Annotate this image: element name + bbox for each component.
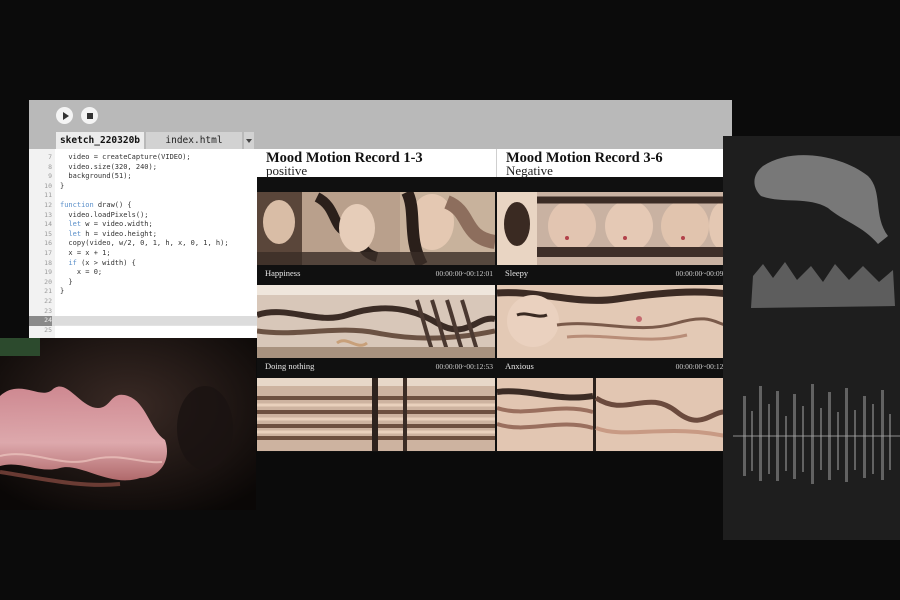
code-line[interactable]: 17 x = x + 1; (29, 249, 257, 259)
line-number: 20 (44, 277, 52, 286)
record-name: Anxious (505, 361, 534, 371)
code-line[interactable]: 8 video.size(320, 240); (29, 163, 257, 173)
code-text: } (60, 277, 73, 286)
code-line[interactable]: 11 (29, 191, 257, 201)
stop-button[interactable] (81, 107, 98, 124)
anxious-video-thumbnail[interactable] (497, 285, 735, 358)
code-line[interactable]: 9 background(51); (29, 172, 257, 182)
code-text: if (x > width) { (68, 258, 136, 267)
code-line[interactable]: 22 (29, 297, 257, 307)
code-line[interactable]: 15 let h = video.height; (29, 230, 257, 240)
line-number: 23 (44, 306, 52, 315)
code-line[interactable]: 14 let w = video.width; (29, 220, 257, 230)
code-text: x = x + 1; (60, 249, 111, 257)
line-number: 14 (44, 220, 52, 229)
video-frame (257, 192, 495, 265)
tab-index-html[interactable]: index.html (146, 132, 242, 149)
record-name: Doing nothing (265, 361, 315, 371)
anxious-caption: Anxious 00:00:00~00:12:63 (497, 358, 735, 375)
divider (496, 149, 497, 177)
code-text: } (60, 287, 65, 296)
line-number: 13 (44, 210, 52, 219)
doing-nothing-caption: Doing nothing 00:00:00~00:12:53 (257, 358, 495, 375)
tab-menu-button[interactable] (244, 132, 254, 149)
code-text: copy(video, w/2, 0, 1, h, x, 0, 1, h); (60, 239, 229, 248)
editor-toolbar (29, 100, 732, 130)
records-header: Mood Motion Record 1-3 positive Mood Mot… (257, 149, 737, 178)
code-line[interactable]: 7 video = createCapture(VIDEO); (29, 153, 257, 163)
record-name: Happiness (265, 268, 301, 278)
slitscan-mouth-image (0, 338, 256, 510)
code-text: video.loadPixels(); (60, 210, 149, 219)
line-number: 8 (48, 162, 52, 171)
line-number: 22 (44, 297, 52, 305)
video-frame (497, 378, 735, 451)
code-line[interactable]: 18 if (x > width) { (29, 259, 257, 269)
code-line[interactable]: 12 function draw() { (29, 201, 257, 211)
video-frame (497, 285, 735, 358)
code-editor[interactable]: 7 video = createCapture(VIDEO); 8 video.s… (29, 149, 257, 338)
video-thumbnail-row3-negative[interactable] (497, 378, 735, 451)
mood-motion-records: Mood Motion Record 1-3 positive Mood Mot… (257, 149, 737, 452)
line-number: 9 (48, 172, 52, 181)
play-button[interactable] (56, 107, 73, 124)
video-frame (257, 378, 495, 451)
video-thumbnail-row3-positive[interactable] (257, 378, 495, 451)
happiness-video-thumbnail[interactable] (257, 192, 495, 265)
waveform-texture-art (723, 136, 900, 540)
stop-icon (86, 112, 93, 119)
line-number: 21 (44, 287, 52, 296)
code-line[interactable]: 10} (29, 182, 257, 192)
play-icon (62, 111, 69, 120)
code-text: } (60, 181, 65, 190)
line-number: 18 (44, 258, 52, 267)
positive-record-subtitle: positive (266, 163, 308, 178)
tab-sketch[interactable]: sketch_220320b (56, 132, 144, 149)
code-line[interactable]: 23 (29, 307, 257, 317)
line-number: 11 (44, 191, 52, 200)
chevron-down-icon (246, 138, 252, 143)
line-number: 16 (44, 239, 52, 248)
code-text: video = createCapture(VIDEO); (60, 153, 191, 161)
line-number: 15 (44, 229, 52, 238)
code-text: x = 0; (60, 268, 103, 277)
code-line[interactable]: 19 x = 0; (29, 268, 257, 278)
code-text: video.size(320, 240); (60, 162, 157, 171)
line-number: 24 (29, 316, 52, 326)
happiness-caption: Happiness 00:00:00~00:12:01 (257, 265, 495, 282)
line-number: 25 (44, 325, 52, 334)
divider (55, 325, 257, 326)
code-text: function draw() { (60, 201, 132, 209)
negative-record-subtitle: Negative (506, 163, 553, 178)
code-text: let h = video.height; (68, 229, 157, 238)
line-number: 19 (44, 268, 52, 277)
code-text: background(51); (60, 172, 132, 181)
record-timecode: 00:00:00~00:12:01 (435, 269, 493, 278)
line-number: 10 (44, 181, 52, 190)
line-number: 12 (44, 201, 52, 209)
code-line[interactable]: 20 } (29, 278, 257, 288)
video-frame (497, 192, 735, 265)
code-line[interactable]: 21} (29, 287, 257, 297)
doing-nothing-video-thumbnail[interactable] (257, 285, 495, 358)
video-frame (257, 285, 495, 358)
code-line[interactable]: 13 video.loadPixels(); (29, 211, 257, 221)
record-name: Sleepy (505, 268, 529, 278)
sleepy-caption: Sleepy 00:00:00~00:09:51 (497, 265, 735, 282)
code-line[interactable]: 25 (29, 326, 257, 336)
line-number: 17 (44, 249, 52, 257)
sleepy-video-thumbnail[interactable] (497, 192, 735, 265)
glitch-texture-image (723, 136, 900, 540)
record-timecode: 00:00:00~00:12:53 (435, 362, 493, 371)
line-number: 7 (48, 153, 52, 161)
code-line[interactable]: 16 copy(video, w/2, 0, 1, h, x, 0, 1, h)… (29, 239, 257, 249)
webcam-slitscan-preview (0, 338, 256, 510)
code-text: let w = video.width; (68, 220, 153, 229)
